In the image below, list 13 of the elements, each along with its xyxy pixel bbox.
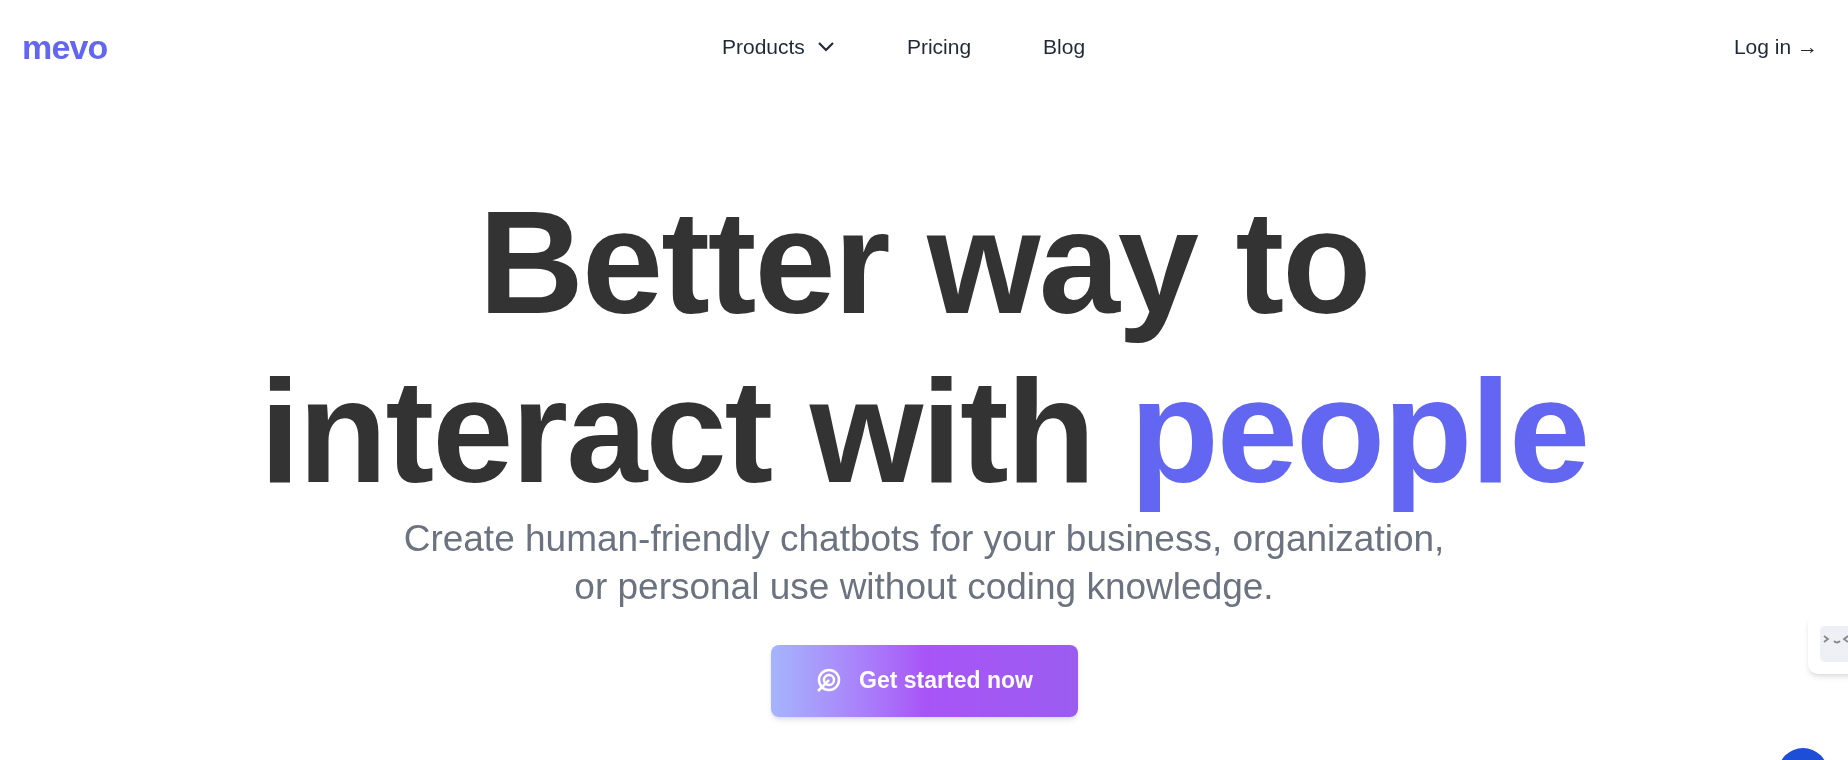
get-started-button[interactable]: Get started now [770, 644, 1078, 717]
logo[interactable]: mevo [22, 21, 662, 73]
headline: interact with [259, 349, 1094, 516]
subtitle: Create human-friendly chatbots for your business, organization, or personal use without coding knowledge. [403, 516, 1445, 609]
nav-link[interactable]: Products [722, 31, 835, 63]
nav-link[interactable]: Blog [1043, 31, 1086, 63]
nav-link[interactable]: Pricing [906, 31, 972, 63]
login-link[interactable]: Log in → [1733, 31, 1818, 63]
headline: Better way to [478, 180, 1370, 346]
face-icon [1820, 626, 1848, 662]
headline-highlight: people [1129, 349, 1589, 516]
target-icon [815, 667, 842, 694]
chevron-down-icon [816, 41, 835, 53]
